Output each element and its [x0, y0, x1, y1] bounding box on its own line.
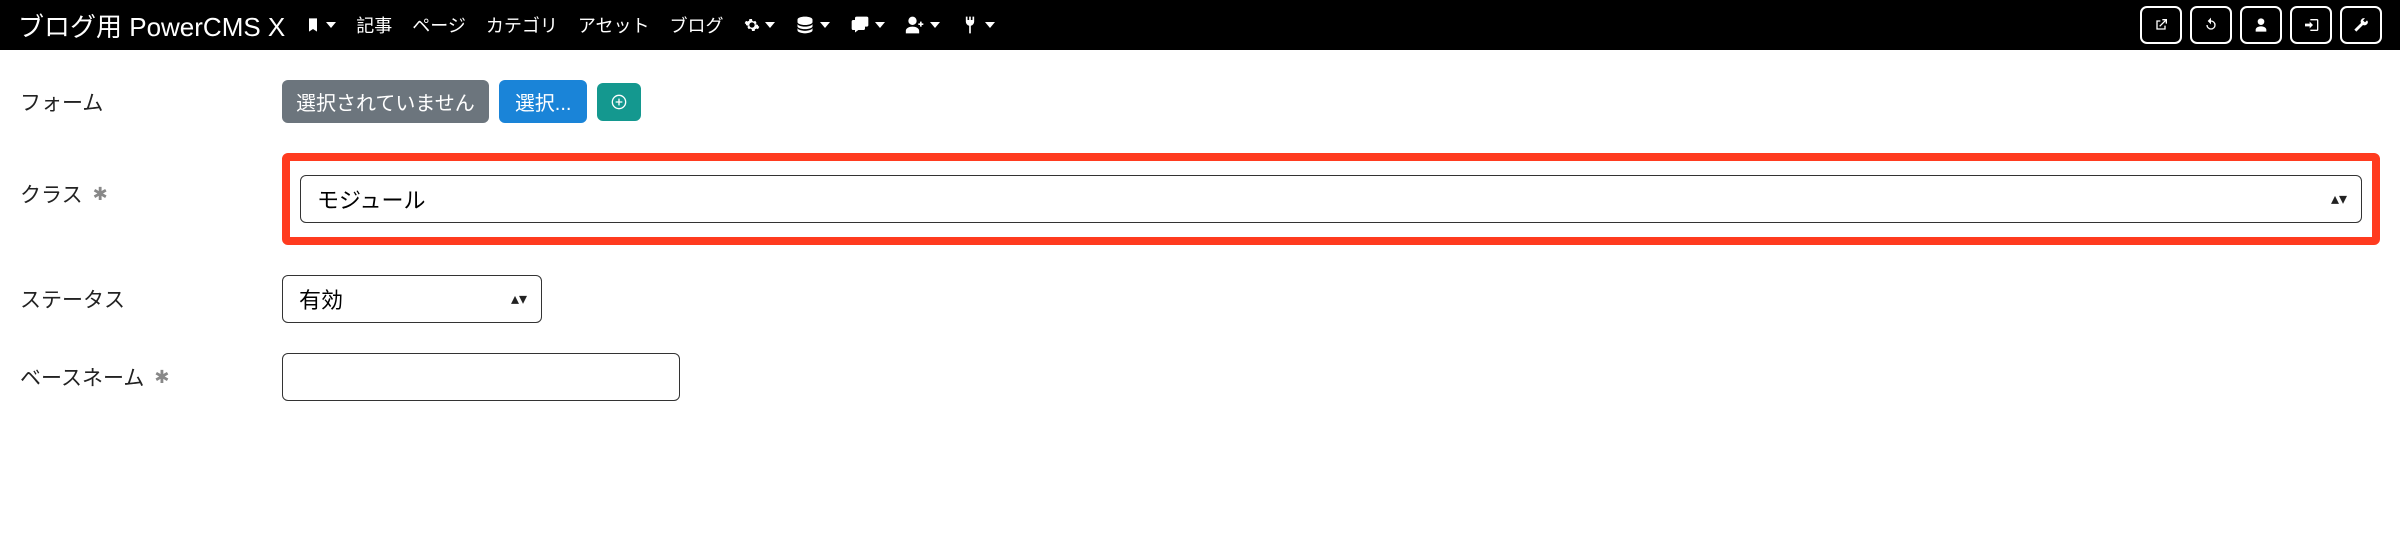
- navbar-right: [2140, 6, 2382, 44]
- plus-circle-icon: [611, 94, 627, 110]
- class-select[interactable]: モジュール ▴▾: [300, 175, 2362, 223]
- status-select[interactable]: 有効 ▴▾: [282, 275, 542, 323]
- caret-down-icon: [820, 22, 830, 28]
- user-plus-icon: [905, 15, 925, 35]
- sign-out-icon: [2303, 17, 2319, 33]
- caret-down-icon: [985, 22, 995, 28]
- basename-input[interactable]: [282, 353, 680, 401]
- cell-form: 選択されていません 選択...: [282, 80, 2380, 123]
- navbar-left: ブログ用 PowerCMS X 記事 ページ カテゴリ アセット ブログ: [18, 7, 1001, 44]
- form-not-selected-badge: 選択されていません: [282, 80, 489, 123]
- user-button[interactable]: [2240, 6, 2282, 44]
- comments-icon: [850, 15, 870, 35]
- updown-icon: ▴▾: [2331, 189, 2347, 209]
- class-highlight: モジュール ▴▾: [282, 153, 2380, 245]
- cell-basename: [282, 353, 2380, 401]
- caret-down-icon: [875, 22, 885, 28]
- nav-item-articles[interactable]: 記事: [350, 8, 398, 42]
- required-icon: ✱: [154, 367, 169, 388]
- caret-down-icon: [765, 22, 775, 28]
- open-external-button[interactable]: [2140, 6, 2182, 44]
- label-basename-text: ベースネーム: [20, 362, 144, 392]
- caret-down-icon: [930, 22, 940, 28]
- user-add-menu[interactable]: [899, 11, 946, 39]
- form-add-button[interactable]: [597, 83, 641, 121]
- row-form: フォーム 選択されていません 選択...: [20, 80, 2380, 123]
- plug-icon: [960, 15, 980, 35]
- form-area: フォーム 選択されていません 選択... クラス ✱ モジュール ▴▾: [0, 50, 2400, 451]
- label-status: ステータス: [20, 284, 282, 314]
- bookmark-icon: [305, 17, 321, 33]
- label-form-text: フォーム: [20, 87, 103, 117]
- tools-button[interactable]: [2340, 6, 2382, 44]
- database-menu[interactable]: [789, 11, 836, 39]
- caret-down-icon: [326, 22, 336, 28]
- top-navbar: ブログ用 PowerCMS X 記事 ページ カテゴリ アセット ブログ: [0, 0, 2400, 50]
- wrench-icon: [2353, 17, 2369, 33]
- refresh-button[interactable]: [2190, 6, 2232, 44]
- form-select-button[interactable]: 選択...: [499, 80, 588, 123]
- refresh-icon: [2203, 17, 2219, 33]
- label-basename: ベースネーム ✱: [20, 362, 282, 392]
- label-class-text: クラス: [20, 179, 83, 209]
- logout-button[interactable]: [2290, 6, 2332, 44]
- label-status-text: ステータス: [20, 284, 125, 314]
- user-icon: [2253, 17, 2269, 33]
- external-link-icon: [2153, 17, 2169, 33]
- required-icon: ✱: [93, 184, 108, 205]
- cell-class: モジュール ▴▾: [282, 153, 2380, 245]
- status-select-value: 有効: [299, 283, 343, 315]
- brand-title: ブログ用 PowerCMS X: [18, 7, 285, 44]
- nav-item-categories[interactable]: カテゴリ: [480, 8, 564, 42]
- settings-menu[interactable]: [738, 13, 781, 37]
- nav-item-blog[interactable]: ブログ: [664, 8, 730, 42]
- comments-menu[interactable]: [844, 11, 891, 39]
- gear-icon: [744, 17, 760, 33]
- nav-item-pages[interactable]: ページ: [406, 8, 472, 42]
- updown-icon: ▴▾: [511, 289, 527, 309]
- plugins-menu[interactable]: [954, 11, 1001, 39]
- label-class: クラス ✱: [20, 153, 282, 209]
- bookmark-menu[interactable]: [299, 13, 342, 37]
- nav-item-assets[interactable]: アセット: [572, 8, 656, 42]
- cell-status: 有効 ▴▾: [282, 275, 2380, 323]
- row-basename: ベースネーム ✱: [20, 353, 2380, 401]
- row-class: クラス ✱ モジュール ▴▾: [20, 153, 2380, 245]
- database-icon: [795, 15, 815, 35]
- class-select-value: モジュール: [317, 183, 425, 215]
- row-status: ステータス 有効 ▴▾: [20, 275, 2380, 323]
- label-form: フォーム: [20, 87, 282, 117]
